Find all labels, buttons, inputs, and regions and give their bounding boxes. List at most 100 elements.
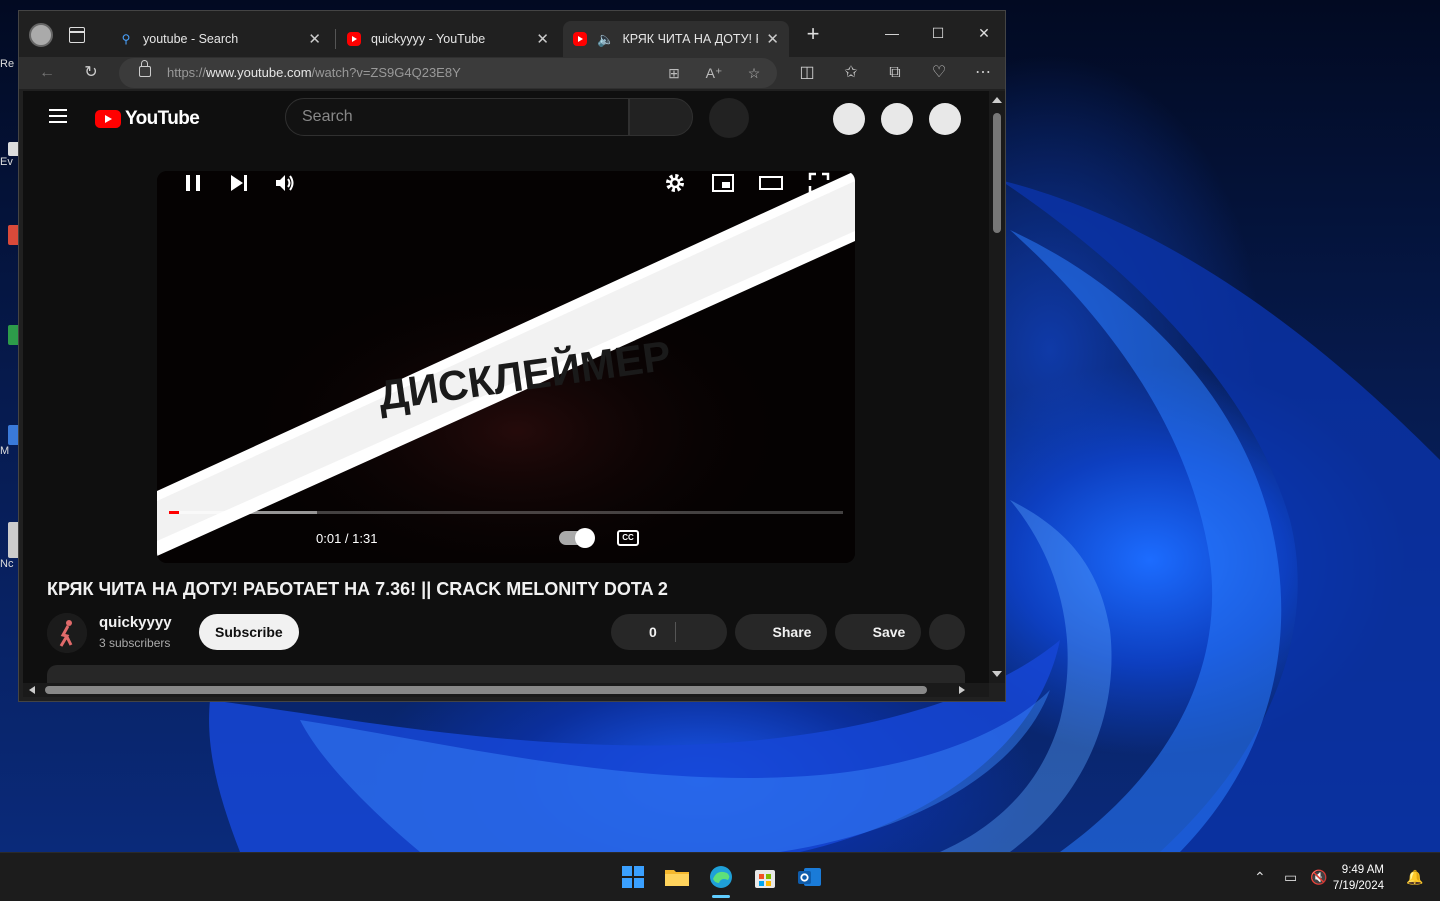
autoplay-toggle[interactable] (559, 528, 595, 548)
volume-icon[interactable] (273, 171, 297, 195)
horizontal-scroll-thumb[interactable] (45, 686, 927, 694)
browser-window: ⚲ youtube - Search ✕ quickyyyy - YouTube… (18, 10, 1006, 702)
time-display: 0:01 / 1:31 (316, 531, 378, 546)
desktop-icon-recycle-bin[interactable]: Re (0, 58, 20, 70)
microsoft-store-icon[interactable] (751, 863, 779, 891)
like-dislike-button[interactable]: 0 (611, 614, 727, 650)
speaker-icon[interactable]: 🔈 (597, 31, 614, 48)
active-app-indicator (712, 895, 730, 898)
clock[interactable]: 9:49 AM 7/19/2024 (1333, 862, 1384, 894)
desktop-icon-app-1[interactable]: Ev (0, 142, 20, 168)
create-button[interactable] (833, 103, 865, 135)
search-icon: ⚲ (121, 32, 131, 46)
desktop-icon-label: Nc (0, 558, 14, 570)
description-box[interactable] (47, 665, 965, 683)
desktop-icon-label: Ev (0, 156, 13, 168)
channel-avatar[interactable] (47, 613, 87, 653)
tab-quickyyyy-youtube[interactable]: quickyyyy - YouTube ✕ (337, 21, 559, 57)
notifications-button[interactable] (881, 103, 913, 135)
desktop-icon-label: Re (0, 58, 15, 70)
close-icon[interactable]: ✕ (308, 30, 321, 48)
more-options-icon[interactable]: ⋯ (969, 59, 997, 87)
refresh-button[interactable]: ↻ (77, 59, 105, 87)
vertical-scroll-thumb[interactable] (993, 113, 1001, 233)
theater-mode-icon[interactable] (759, 171, 783, 195)
video-player[interactable]: ДИСКЛЕЙМЕР 0:01 / 1:31 CC (157, 171, 855, 563)
close-window-button[interactable]: ✕ (961, 19, 1005, 49)
pause-icon[interactable] (181, 171, 205, 195)
minimize-button[interactable]: — (869, 19, 915, 49)
volume-muted-icon[interactable]: 🔇 (1310, 869, 1327, 886)
split-screen-icon[interactable]: ◫ (793, 59, 821, 87)
more-actions-button[interactable] (929, 614, 965, 650)
back-button[interactable]: ← (33, 59, 61, 87)
outlook-icon[interactable] (795, 863, 823, 891)
youtube-play-icon (95, 110, 121, 128)
windows-start-icon[interactable] (619, 863, 647, 891)
channel-name[interactable]: quickyyyy (99, 614, 172, 631)
share-button[interactable]: Share (735, 614, 827, 650)
horizontal-scrollbar[interactable] (23, 683, 989, 697)
like-divider (675, 622, 676, 642)
tab-separator (335, 29, 336, 49)
scroll-up-arrow-icon[interactable] (992, 97, 1002, 103)
browser-toolbar: ← ↻ https://www.youtube.com/watch?v=ZS9G… (19, 57, 1005, 89)
tab-active-video[interactable]: 🔈 КРЯК ЧИТА НА ДОТУ! РА ✕ (563, 21, 789, 57)
played-progress (169, 511, 179, 514)
new-tab-button[interactable]: + (801, 23, 825, 47)
settings-gear-icon[interactable] (663, 171, 687, 195)
tab-actions-icon[interactable] (69, 27, 85, 43)
close-icon[interactable]: ✕ (536, 30, 549, 48)
tab-title: youtube - Search (143, 32, 239, 46)
read-aloud-icon[interactable]: A⁺ (703, 62, 725, 84)
favorites-icon[interactable]: ✩ (837, 59, 865, 87)
app-available-icon[interactable]: ⊞ (663, 62, 685, 84)
progress-bar[interactable] (169, 511, 843, 514)
vertical-scrollbar[interactable] (989, 91, 1005, 683)
youtube-logo[interactable]: YouTube (95, 108, 200, 130)
desktop-icon-app-5[interactable]: Nc (0, 522, 20, 570)
search-input[interactable]: Search (285, 98, 629, 136)
tab-title: quickyyyy - YouTube (371, 32, 486, 46)
file-explorer-icon[interactable] (663, 863, 691, 891)
show-hidden-icons-chevron-icon[interactable]: ⌃ (1254, 869, 1266, 886)
edge-browser-icon[interactable] (707, 863, 735, 891)
account-avatar[interactable] (929, 103, 961, 135)
desktop-icon-app-4[interactable]: M (0, 425, 20, 457)
desktop-icon-app-3[interactable] (0, 325, 20, 345)
browser-essentials-icon[interactable]: ♡ (925, 59, 953, 87)
loaded-progress (169, 511, 318, 514)
save-button[interactable]: Save (835, 614, 921, 650)
lock-icon[interactable] (139, 60, 151, 77)
favorite-star-icon[interactable]: ☆ (743, 62, 765, 84)
desktop-icon-label: M (0, 445, 10, 457)
clock-date: 7/19/2024 (1332, 880, 1384, 892)
taskbar: ⌃ ▭ 🔇 9:49 AM 7/19/2024 🔔 (0, 852, 1440, 901)
address-bar[interactable]: https://www.youtube.com/watch?v=ZS9G4Q23… (119, 58, 777, 88)
network-icon[interactable]: ▭ (1284, 869, 1297, 886)
like-count: 0 (649, 624, 657, 640)
subscribe-button[interactable]: Subscribe (199, 614, 299, 650)
youtube-page: YouTube Search ДИСКЛЕЙМЕР 0:01 / 1:31 CC… (23, 91, 989, 683)
scroll-down-arrow-icon[interactable] (992, 671, 1002, 677)
search-button[interactable] (629, 98, 693, 136)
url-text[interactable]: https://www.youtube.com/watch?v=ZS9G4Q23… (167, 65, 461, 80)
close-icon[interactable]: ✕ (766, 30, 779, 48)
profile-avatar[interactable] (29, 23, 53, 47)
tab-youtube-search[interactable]: ⚲ youtube - Search ✕ (109, 21, 331, 57)
maximize-button[interactable]: ☐ (915, 19, 961, 49)
youtube-logo-text: YouTube (125, 108, 200, 129)
miniplayer-icon[interactable] (711, 171, 735, 195)
channel-avatar-figure-icon (47, 613, 87, 653)
notifications-bell-icon[interactable]: 🔔 (1406, 869, 1423, 886)
collections-icon[interactable]: ⧉ (881, 59, 909, 87)
next-icon[interactable] (227, 171, 251, 195)
scroll-left-arrow-icon[interactable] (29, 686, 35, 694)
voice-search-button[interactable] (709, 98, 749, 138)
subtitles-button[interactable]: CC (617, 530, 639, 546)
desktop-icon-app-2[interactable] (0, 225, 20, 245)
tab-title: КРЯК ЧИТА НА ДОТУ! РА (622, 32, 759, 46)
hamburger-menu-icon[interactable] (49, 109, 67, 123)
scroll-right-arrow-icon[interactable] (959, 686, 965, 694)
fullscreen-icon[interactable] (807, 171, 831, 195)
